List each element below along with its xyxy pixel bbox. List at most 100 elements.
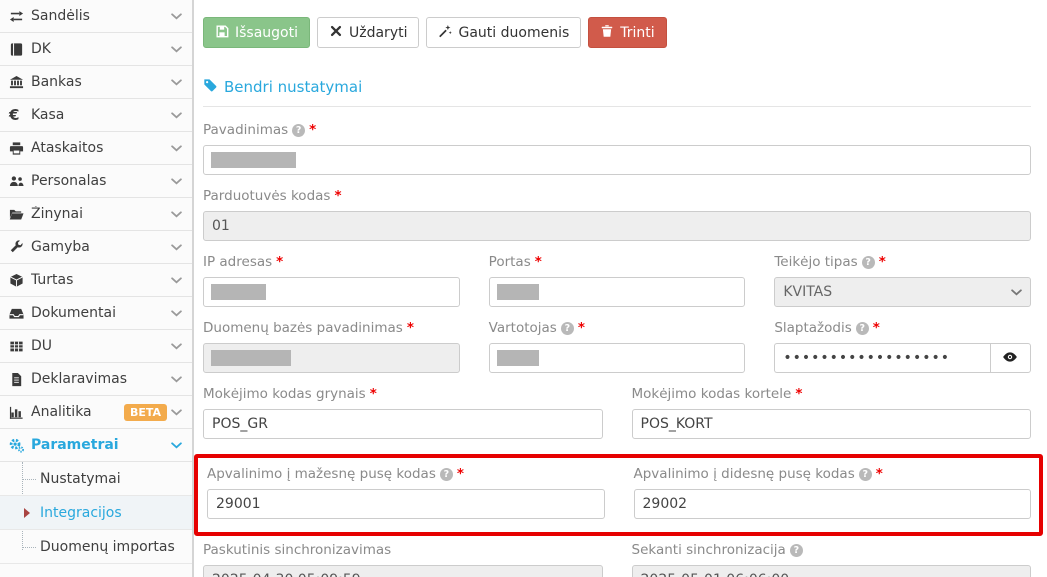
highlight-annotation-box: Apvalinimo į mažesnę pusę kodas Apvalini…: [194, 454, 1043, 536]
tag-icon: [203, 78, 217, 96]
chevron-down-icon: [171, 343, 182, 350]
required-asterisk: [457, 466, 464, 482]
magic-wand-icon: [438, 24, 452, 42]
help-icon[interactable]: [292, 124, 305, 137]
vartotojas-label: Vartotojas: [489, 320, 557, 336]
required-asterisk: [876, 466, 883, 482]
field-duomenu-bazes-pavadinimas: Duomenų bazės pavadinimas: [203, 320, 460, 373]
sidebar-subitem-duomenu-importas[interactable]: Duomenų importas: [0, 530, 192, 564]
pavadinimas-input[interactable]: [203, 145, 1031, 175]
show-password-button[interactable]: [990, 343, 1031, 373]
sidebar-subitem-integracijos[interactable]: Integracijos: [0, 496, 192, 530]
help-icon[interactable]: [862, 256, 875, 269]
required-asterisk: [795, 386, 802, 402]
sekanti-sinchronizacija-label: Sekanti sinchronizacija: [632, 542, 786, 558]
chevron-down-icon: [171, 79, 182, 86]
sidebar: SandėlisDKBankas€KasaAtaskaitosPersonala…: [0, 0, 194, 577]
field-portas: Portas: [489, 254, 746, 307]
required-asterisk: [334, 188, 341, 204]
users-icon: [9, 174, 31, 189]
chevron-down-icon: [171, 442, 182, 449]
required-asterisk: [407, 320, 414, 336]
slaptazodis-label: Slaptažodis: [774, 320, 851, 336]
save-button[interactable]: Išsaugoti: [203, 17, 310, 48]
help-icon[interactable]: [856, 322, 869, 335]
folder-open-icon: [9, 207, 31, 222]
teikejo-tipas-select[interactable]: KVITAS: [774, 277, 1031, 307]
help-icon[interactable]: [859, 468, 872, 481]
required-asterisk: [535, 254, 542, 270]
chevron-down-icon: [171, 13, 182, 20]
mokejimo-kortele-input[interactable]: [632, 409, 1032, 439]
apvalinimo-mazesne-label: Apvalinimo į mažesnę pusę kodas: [207, 466, 436, 482]
delete-label: Trinti: [620, 25, 654, 41]
close-button[interactable]: Uždaryti: [317, 17, 419, 48]
field-ip-adresas: IP adresas: [203, 254, 460, 307]
sidebar-item-personalas[interactable]: Personalas: [0, 165, 192, 198]
apvalinimo-didesne-input[interactable]: [634, 489, 1032, 519]
parduotuves-kodas-input: [203, 211, 1031, 241]
sidebar-item-bankas[interactable]: Bankas: [0, 66, 192, 99]
sidebar-item-du[interactable]: DU: [0, 330, 192, 363]
field-mokejimo-kodas-kortele: Mokėjimo kodas kortele: [632, 386, 1032, 439]
duomenu-bazes-label: Duomenų bazės pavadinimas: [203, 320, 403, 336]
field-apvalinimo-mazesne: Apvalinimo į mažesnę pusę kodas: [207, 466, 605, 519]
slaptazodis-input[interactable]: [774, 343, 990, 373]
field-mokejimo-kodas-grynais: Mokėjimo kodas grynais: [203, 386, 603, 439]
sidebar-item-analitika[interactable]: AnalitikaBETA: [0, 396, 192, 429]
redacted-value: [211, 350, 291, 366]
paskutinis-sinchronizavimas-label: Paskutinis sinchronizavimas: [203, 542, 391, 558]
main-content: Išsaugoti Uždaryti Gauti duomenis Trinti…: [194, 0, 1047, 577]
sidebar-item-dokumentai[interactable]: Dokumentai: [0, 297, 192, 330]
chevron-down-icon: [171, 376, 182, 383]
mokejimo-grynais-input[interactable]: [203, 409, 603, 439]
delete-button[interactable]: Trinti: [588, 17, 666, 48]
field-vartotojas: Vartotojas: [489, 320, 746, 373]
section-title: Bendri nustatymai: [203, 78, 1031, 96]
field-pavadinimas: Pavadinimas: [203, 122, 1031, 175]
book-icon: [9, 42, 31, 57]
save-icon: [215, 24, 229, 42]
euro-icon: €: [9, 108, 31, 123]
wrench-icon: [9, 240, 31, 255]
chevron-down-icon: [171, 112, 182, 119]
mokejimo-kortele-label: Mokėjimo kodas kortele: [632, 386, 792, 402]
help-icon[interactable]: [561, 322, 574, 335]
field-slaptazodis: Slaptažodis: [774, 320, 1031, 373]
field-paskutinis-sinchronizavimas: Paskutinis sinchronizavimas: [203, 542, 603, 577]
help-icon[interactable]: [440, 468, 453, 481]
cube-icon: [9, 273, 31, 288]
sidebar-item-kasa[interactable]: €Kasa: [0, 99, 192, 132]
sidebar-item-deklaravimas[interactable]: Deklaravimas: [0, 363, 192, 396]
sidebar-subitem-nustatymai[interactable]: Nustatymai: [0, 462, 192, 496]
chevron-down-icon: [171, 145, 182, 152]
sidebar-item-gamyba[interactable]: Gamyba: [0, 231, 192, 264]
required-asterisk: [879, 254, 886, 270]
redacted-value: [497, 350, 539, 366]
sidebar-item-sandelis[interactable]: Sandėlis: [0, 0, 192, 33]
chevron-down-icon: [171, 244, 182, 251]
close-icon: [329, 24, 343, 42]
field-parduotuves-kodas: Parduotuvės kodas: [203, 188, 1031, 241]
eye-icon: [1002, 349, 1018, 368]
chevron-down-icon: [171, 46, 182, 53]
redacted-value: [211, 152, 296, 168]
bank-icon: [9, 75, 31, 90]
required-asterisk: [276, 254, 283, 270]
help-icon[interactable]: [790, 544, 803, 557]
apvalinimo-mazesne-input[interactable]: [207, 489, 605, 519]
sidebar-item-dk[interactable]: DK: [0, 33, 192, 66]
sidebar-item-ataskaitos[interactable]: Ataskaitos: [0, 132, 192, 165]
save-label: Išsaugoti: [235, 25, 298, 41]
sidebar-item-zinynai[interactable]: Žinynai: [0, 198, 192, 231]
chevron-down-icon: [171, 310, 182, 317]
sidebar-item-parametrai[interactable]: Parametrai: [0, 429, 192, 462]
fetch-data-button[interactable]: Gauti duomenis: [426, 17, 581, 48]
sidebar-item-turtas[interactable]: Turtas: [0, 264, 192, 297]
printer-icon: [9, 141, 31, 156]
field-apvalinimo-didesne: Apvalinimo į didesnę pusę kodas: [634, 466, 1032, 519]
portas-label: Portas: [489, 254, 531, 270]
chevron-down-icon: [171, 178, 182, 185]
apvalinimo-didesne-label: Apvalinimo į didesnę pusę kodas: [634, 466, 855, 482]
ip-adresas-label: IP adresas: [203, 254, 272, 270]
